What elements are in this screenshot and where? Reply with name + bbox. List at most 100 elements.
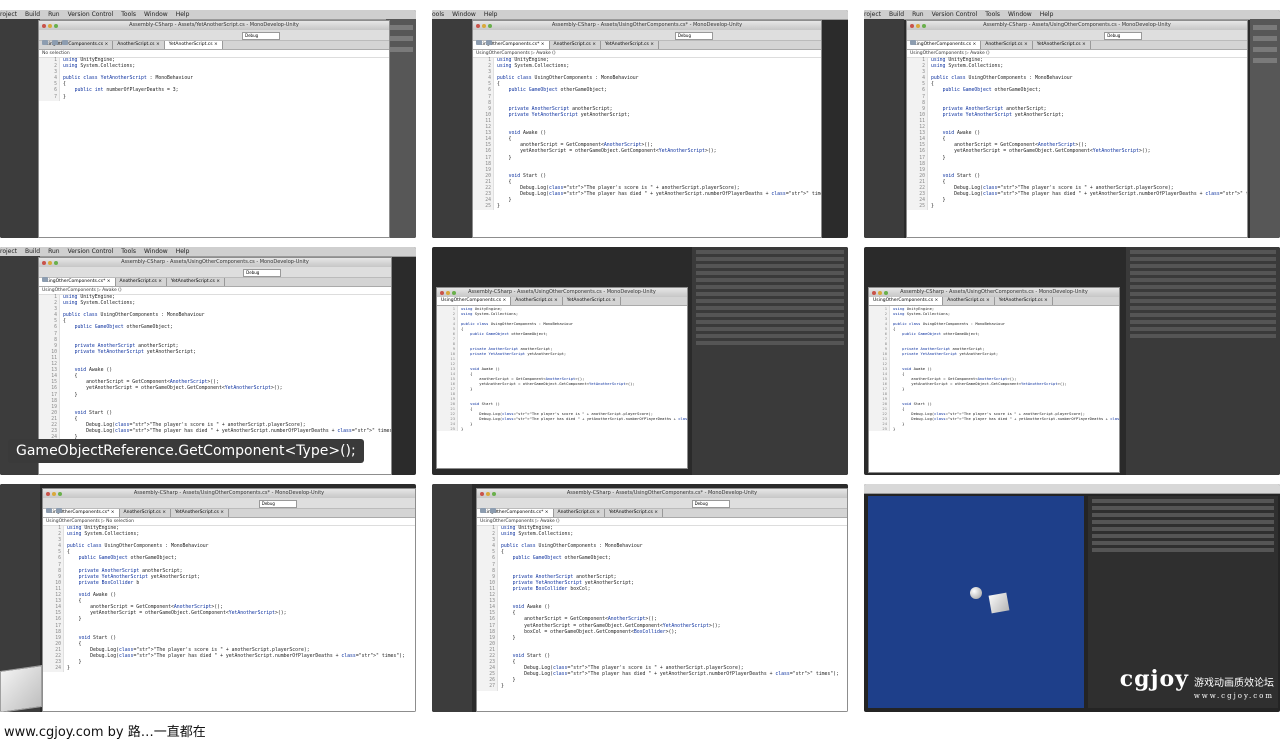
sphere-object[interactable] <box>970 587 982 599</box>
menu-bar: roject Build Run Version Control Tools Window… <box>0 10 416 20</box>
configuration-dropdown[interactable]: Debug <box>242 32 280 40</box>
menu-item[interactable]: Run <box>48 248 60 255</box>
file-tab[interactable]: UsingOtherComponents.cs × <box>39 41 114 49</box>
code-editor[interactable]: 1 2 3 4 5 6 7 8 9 10 11 12 13 14 15 16 1… <box>39 295 391 448</box>
menu-item[interactable]: Help <box>176 11 190 18</box>
source-code[interactable]: using UnityEngine; using System.Collecti… <box>931 58 1247 210</box>
menu-item[interactable]: Window <box>144 11 168 18</box>
window-controls[interactable] <box>440 290 458 299</box>
menu-item[interactable]: Version Control <box>68 11 114 18</box>
code-editor[interactable]: 1 2 3 4 5 6 7 8 9 10 11 12 13 14 15 16 1… <box>907 58 1247 211</box>
menu-item[interactable]: Tools <box>985 11 1000 18</box>
menu-item[interactable]: Build <box>25 11 40 18</box>
file-tab[interactable]: AnotherScript.cs × <box>981 41 1033 49</box>
window-controls[interactable] <box>872 290 890 299</box>
file-tab[interactable]: UsingOtherComponents.cs × <box>907 41 982 49</box>
scene-view[interactable] <box>868 496 1084 708</box>
window-title: Assembly-CSharp - Assets/YetAnotherScrip… <box>129 22 299 28</box>
toolbar-icon[interactable] <box>476 40 482 45</box>
file-tab[interactable]: AnotherScript.cs × <box>116 278 167 286</box>
toolbar-icon[interactable] <box>490 508 496 513</box>
configuration-dropdown[interactable]: Debug <box>691 500 730 508</box>
file-tab[interactable]: UsingOtherComponents.cs* × <box>39 278 116 286</box>
window-title: Assembly-CSharp - Assets/UsingOtherCompo… <box>983 22 1171 28</box>
menu-item[interactable]: Window <box>144 248 168 255</box>
toolbar-icon[interactable] <box>42 40 48 45</box>
toolbar-icon[interactable] <box>486 40 492 45</box>
menu-item[interactable]: Run <box>48 11 60 18</box>
source-code[interactable]: using UnityEngine; using System.Collecti… <box>893 306 1119 431</box>
file-tab[interactable]: AnotherScript.cs × <box>120 509 171 517</box>
menu-item[interactable]: Help <box>484 11 498 18</box>
code-editor[interactable]: 1 2 3 4 5 6 7 8 9 10 11 12 13 14 15 16 1… <box>869 306 1119 431</box>
menu-item[interactable]: Tools <box>121 248 136 255</box>
source-code[interactable]: using UnityEngine; using System.Collecti… <box>67 526 415 672</box>
file-tab[interactable]: AnotherScript.cs × <box>554 509 605 517</box>
file-tab[interactable]: UsingOtherComponents.cs* × <box>43 509 120 517</box>
menu-item[interactable]: roject <box>0 11 17 18</box>
toolbar-icon[interactable] <box>42 277 48 282</box>
file-tab[interactable]: AnotherScript.cs × <box>113 41 165 49</box>
toolbar-icon[interactable] <box>910 40 916 45</box>
menu-item[interactable]: Build <box>889 11 904 18</box>
file-tab[interactable]: YetAnotherScript.cs × <box>164 41 223 49</box>
menu-item[interactable]: Window <box>1008 11 1032 18</box>
breadcrumb: UsingOtherComponents ▷ No selection <box>43 518 415 526</box>
menu-item[interactable]: Build <box>25 248 40 255</box>
file-tab[interactable]: AnotherScript.cs × <box>511 297 563 305</box>
file-tabs: UsingOtherComponents.cs* × AnotherScript.… <box>473 41 821 50</box>
inspector-panel <box>1126 247 1280 475</box>
file-tabs: UsingOtherComponents.cs × AnotherScript.c… <box>907 41 1247 50</box>
code-editor[interactable]: 1 2 3 4 5 6 7 8 9 10 11 12 13 14 15 16 1… <box>437 306 687 431</box>
tile-unity-editor: Assembly-CSharp - Assets/UsingOtherCompo… <box>432 247 848 475</box>
code-editor[interactable]: 1 2 3 4 5 6 7 using UnityEngine; using Sy… <box>39 58 389 101</box>
configuration-dropdown[interactable]: Debug <box>674 32 713 40</box>
file-tab[interactable]: UsingOtherComponents.cs* × <box>473 41 550 49</box>
file-tab[interactable]: YetAnotherScript.cs × <box>563 297 621 305</box>
file-tab[interactable]: YetAnotherScript.cs × <box>167 278 226 286</box>
source-code[interactable]: using UnityEngine; using System.Collecti… <box>63 58 389 101</box>
menu-item[interactable]: roject <box>0 248 17 255</box>
file-tab[interactable]: YetAnotherScript.cs × <box>601 41 660 49</box>
toolbar: Debug <box>473 30 821 45</box>
file-tab[interactable]: YetAnotherScript.cs × <box>605 509 664 517</box>
menu-item[interactable]: Version Control <box>932 11 978 18</box>
menu-item[interactable]: Help <box>1040 11 1054 18</box>
source-code[interactable]: using UnityEngine; using System.Collecti… <box>461 306 687 431</box>
cube-object[interactable] <box>988 592 1010 614</box>
toolbar-icon[interactable] <box>480 508 486 513</box>
footer-credit: www.cgjoy.com by 路…一直都在 <box>4 725 206 740</box>
menu-item[interactable]: Help <box>176 248 190 255</box>
code-editor[interactable]: 1 2 3 4 5 6 7 8 9 10 11 12 13 14 15 16 1… <box>477 526 847 691</box>
toolbar-icon[interactable] <box>52 40 58 45</box>
line-number-gutter: 1 2 3 4 5 6 7 8 9 10 11 12 13 14 15 16 1… <box>869 306 890 431</box>
source-code[interactable]: using UnityEngine; using System.Collecti… <box>497 58 821 210</box>
menu-item[interactable]: Tools <box>121 11 136 18</box>
configuration-dropdown[interactable]: Debug <box>1104 32 1143 40</box>
file-tab[interactable]: YetAnotherScript.cs × <box>995 297 1053 305</box>
file-tab[interactable]: AnotherScript.cs × <box>943 297 995 305</box>
file-tab[interactable]: YetAnotherScript.cs × <box>1033 41 1091 49</box>
menu-item[interactable]: Window <box>452 11 476 18</box>
configuration-dropdown[interactable]: Debug <box>243 269 282 277</box>
toolbar: Debug <box>43 498 415 513</box>
tile-unity-scene: cgjoy 游戏动画质效论坛 www.cgjoy.com <box>864 484 1280 712</box>
line-number-gutter: 1 2 3 4 5 6 7 8 9 10 11 12 13 14 15 16 1… <box>437 306 458 431</box>
file-tab[interactable]: AnotherScript.cs × <box>550 41 601 49</box>
code-editor[interactable]: 1 2 3 4 5 6 7 8 9 10 11 12 13 14 15 16 1… <box>473 58 821 211</box>
source-code[interactable]: using UnityEngine; using System.Collecti… <box>501 526 847 691</box>
toolbar-icon[interactable] <box>46 508 52 513</box>
menu-item[interactable]: Version Control <box>68 248 114 255</box>
toolbar-icon[interactable] <box>62 40 68 45</box>
file-tab[interactable]: YetAnotherScript.cs × <box>171 509 230 517</box>
source-code[interactable]: using UnityEngine; using System.Collecti… <box>63 295 391 447</box>
menu-item[interactable]: Run <box>912 11 924 18</box>
toolbar-icon[interactable] <box>56 508 62 513</box>
configuration-dropdown[interactable]: Debug <box>258 500 297 508</box>
window-title: Assembly-CSharp - Assets/UsingOtherCompo… <box>900 289 1088 295</box>
menu-item[interactable]: roject <box>864 11 881 18</box>
breadcrumb: UsingOtherComponents ▷ Awake () <box>473 50 821 58</box>
code-editor[interactable]: 1 2 3 4 5 6 7 8 9 10 11 12 13 14 15 16 1… <box>43 526 415 673</box>
menu-item[interactable]: ools <box>432 11 444 18</box>
file-tab[interactable]: UsingOtherComponents.cs* × <box>477 509 554 517</box>
